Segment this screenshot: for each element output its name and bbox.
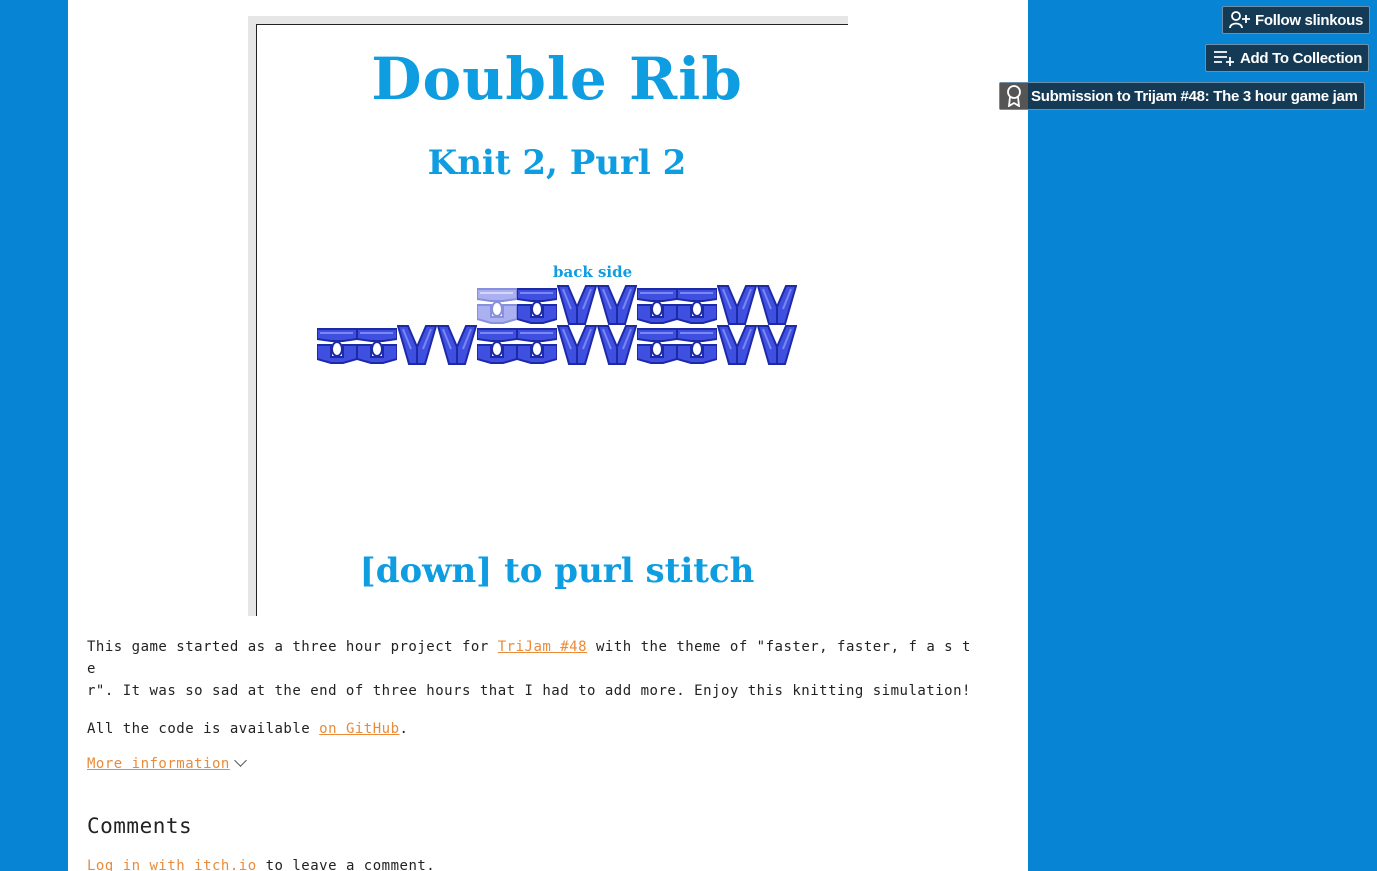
side-label: back side [553,263,633,281]
stitch-knit [557,285,597,325]
stitch-knit [717,285,757,325]
github-link[interactable]: on GitHub [319,721,399,737]
stitch-purl [517,325,557,365]
stitch-row-bottom [317,325,797,365]
stitch-knit [597,285,637,325]
stitch-knit [757,325,797,365]
playlist-add-icon [1214,51,1234,66]
game-title: Double Rib [371,45,743,113]
comment-login-text: Log in with itch.io to leave a comment. [87,858,435,871]
chevron-down-icon [233,754,247,767]
stitch-purl [477,325,517,365]
stitch-purl [517,285,557,325]
game-subtitle: Knit 2, Purl 2 [427,143,687,183]
stitch-purl [317,325,357,365]
game-instruction: [down] to purl stitch [359,551,755,591]
stitch-purl [637,325,677,365]
follow-button[interactable]: Follow slinkous [1222,6,1371,34]
stitch-purl [637,285,677,325]
stitch-pending [477,285,517,325]
stitch-row-top [477,285,797,325]
award-icon [1000,83,1028,109]
game-description: This game started as a three hour projec… [87,636,987,756]
add-to-collection-button[interactable]: Add To Collection [1205,44,1370,72]
stitch-knit [437,325,477,365]
game-canvas[interactable]: Double Rib Knit 2, Purl 2 back side [dow… [256,24,848,616]
game-page: Double Rib Knit 2, Purl 2 back side [dow… [68,0,1028,871]
more-information-link[interactable]: More information [87,756,230,772]
trijam-link[interactable]: TriJam #48 [498,639,587,655]
github-paragraph: All the code is available on GitHub. [87,721,409,737]
description-paragraph: This game started as a three hour projec… [87,639,971,699]
stitch-purl [677,325,717,365]
stitch-purl [357,325,397,365]
stitch-knit [397,325,437,365]
login-link[interactable]: Log in with itch.io [87,858,257,871]
stitch-knit [557,325,597,365]
game-embed[interactable]: Double Rib Knit 2, Purl 2 back side [dow… [248,16,848,616]
stitch-knit [597,325,637,365]
jam-submission-button[interactable]: Submission to Trijam #48: The 3 hour gam… [999,82,1365,110]
comments-heading: Comments [87,814,193,838]
stitch-knit [757,285,797,325]
user-plus-icon [1229,11,1250,29]
stitch-purl [677,285,717,325]
more-information-toggle[interactable]: More information [87,754,247,772]
stitch-knit [717,325,757,365]
